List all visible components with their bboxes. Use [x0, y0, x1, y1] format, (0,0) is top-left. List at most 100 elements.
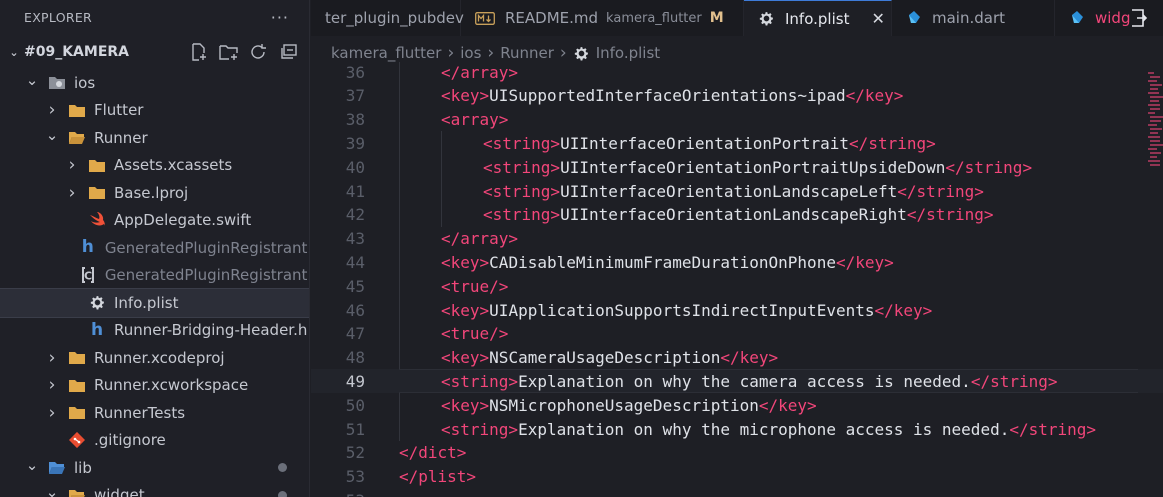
code-line[interactable]: 37 <key>UISupportedInterfaceOrientations~…	[311, 84, 1163, 108]
tree-item[interactable]: ›AppDelegate.swift	[0, 207, 309, 235]
xml-text: NSMicrophoneUsageDescription	[489, 395, 759, 415]
code-line[interactable]: 44 <key>CADisableMinimumFrameDurationOnPh…	[311, 250, 1163, 274]
xml-tag: <string>	[483, 133, 561, 153]
h-file-icon: h	[81, 237, 94, 258]
line-number: 53	[311, 491, 365, 497]
new-file-icon[interactable]	[189, 43, 209, 61]
close-icon[interactable]: ✕	[871, 9, 884, 28]
chevron-right-icon: ›	[487, 43, 495, 63]
breadcrumb-item[interactable]: ios	[460, 44, 481, 62]
code-line[interactable]: 41 <string>UIInterfaceOrientationLandscap…	[311, 179, 1163, 203]
xml-tag: <string>	[483, 205, 561, 225]
code-content: <string>UIInterfaceOrientationLandscapeR…	[483, 205, 994, 224]
split-editor-icon[interactable]	[1129, 8, 1149, 28]
code-line[interactable]: 38 <array>	[311, 108, 1163, 132]
xml-text: CADisableMinimumFrameDurationOnPhone	[489, 252, 836, 272]
chevron-right-icon: ›	[68, 182, 76, 203]
line-number: 53	[345, 467, 365, 487]
minimap[interactable]	[1146, 70, 1163, 180]
code-line[interactable]: 43 </array>	[311, 227, 1163, 251]
chevron-right-icon: ›	[48, 347, 56, 368]
code-line[interactable]: 42 <string>UIInterfaceOrientationLandscap…	[311, 203, 1163, 227]
tree-item[interactable]: ›Info.plist	[0, 288, 309, 318]
tree-item[interactable]: › Base.lproj	[0, 179, 309, 207]
xml-tag: <true/>	[441, 324, 509, 344]
tab-label: main.dart	[932, 9, 1006, 27]
xml-tag: <string>	[441, 419, 519, 439]
code-content: <string>UIInterfaceOrientationPortraitUp…	[483, 158, 1032, 177]
tree-item[interactable]: ⌄ Runner	[0, 124, 309, 152]
code-line[interactable]: 49 <string>Explanation on why the camera …	[311, 369, 1163, 394]
code-content: <string>Explanation on why the camera ac…	[441, 372, 1058, 391]
code-line[interactable]: 53 </plist>	[311, 465, 1163, 489]
tree-item[interactable]: › RunnerTests	[0, 399, 309, 427]
line-number: 49	[345, 371, 365, 391]
tab-label: Info.plist	[785, 9, 850, 28]
code-line[interactable]: 50 <key>NSMicrophoneUsageDescription</key…	[311, 393, 1163, 417]
code-line[interactable]: 53	[311, 488, 1163, 497]
svg-text:C: C	[84, 270, 92, 283]
code-line[interactable]: 48 <key>NSCameraUsageDescription</key>	[311, 346, 1163, 370]
code-content: <array>	[441, 110, 508, 129]
xml-text: Explanation on why the camera access is …	[518, 371, 971, 391]
collapse-all-icon[interactable]	[279, 43, 299, 61]
code-line[interactable]: 47 <true/>	[311, 322, 1163, 346]
editor-tab[interactable]: ter_plugin_pubdev	[311, 0, 464, 36]
xml-tag: <key>	[441, 395, 490, 415]
more-actions-icon[interactable]: ···	[271, 8, 289, 27]
tree-item[interactable]: ⌄ lib	[0, 454, 309, 482]
project-root[interactable]: ⌄ #09_KAMERA	[0, 35, 309, 69]
tree-item[interactable]: › Runner.xcworkspace	[0, 372, 309, 400]
xml-text: Explanation on why the microphone access…	[518, 419, 1010, 439]
tree-item[interactable]: › Flutter	[0, 97, 309, 125]
xml-tag: </key>	[758, 395, 817, 415]
tree-item[interactable]: ›hGeneratedPluginRegistrant.h	[0, 234, 309, 262]
code-line[interactable]: 51 <string>Explanation on why the microph…	[311, 417, 1163, 441]
xml-tag: </string>	[906, 205, 994, 225]
line-number: 47	[345, 324, 365, 344]
xml-tag: <string>	[483, 157, 561, 177]
breadcrumb-item[interactable]: kamera_flutter	[331, 44, 441, 62]
code-content: <key>UISupportedInterfaceOrientations~ip…	[441, 86, 903, 105]
tree-item-label: ios	[74, 73, 96, 92]
refresh-icon[interactable]	[249, 43, 269, 61]
code-content: <true/>	[441, 324, 508, 343]
folder-icon	[68, 350, 86, 366]
file-tree: ⌄ ios › Flutter ⌄ Runner › Assets.xcassets › Base…	[0, 69, 309, 497]
tree-item[interactable]: ›.gitignore	[0, 427, 309, 455]
line-number: 41	[345, 181, 365, 201]
tree-item-label: Runner.xcodeproj	[94, 348, 225, 367]
breadcrumb-item[interactable]: Info.plist	[596, 44, 660, 62]
tree-item[interactable]: ›CGeneratedPluginRegistrant.m	[0, 262, 309, 290]
new-folder-icon[interactable]	[219, 43, 239, 61]
tree-item[interactable]: ⌄ widget	[0, 482, 309, 497]
code-line[interactable]: 45 <true/>	[311, 274, 1163, 298]
editor-tab[interactable]: Info.plist ✕	[744, 0, 892, 36]
code-line[interactable]: 46 <key>UIApplicationSupportsIndirectInpu…	[311, 298, 1163, 322]
editor-tab[interactable]: README.md kamera_flutter M	[461, 0, 744, 36]
explorer-header: EXPLORER ···	[0, 0, 309, 35]
tree-item[interactable]: ⌄ ios	[0, 69, 309, 97]
code-line[interactable]: 36 </array>	[311, 62, 1163, 84]
xml-text: UIInterfaceOrientationPortrait	[560, 133, 850, 153]
folder-icon	[68, 377, 86, 393]
git-icon	[68, 432, 86, 449]
code-line[interactable]: 40 <string>UIInterfaceOrientationPortrait…	[311, 155, 1163, 179]
xml-tag: <key>	[441, 86, 490, 106]
explorer-panel: EXPLORER ··· ⌄ #09_KAMERA ⌄ ios › Flutter ⌄ R…	[0, 0, 310, 497]
tab-label: README.md	[505, 9, 599, 27]
code-editor[interactable]: 36 </array> 37 <key>UISupportedInterfaceOri…	[311, 62, 1163, 497]
code-line[interactable]: 52 </dict>	[311, 441, 1163, 465]
tree-item[interactable]: › Assets.xcassets	[0, 152, 309, 180]
breadcrumb-item[interactable]: Runner	[500, 44, 554, 62]
tree-item-label: .gitignore	[94, 431, 166, 450]
xml-tag: </array>	[441, 62, 519, 82]
code-content: <key>UIApplicationSupportsIndirectInputE…	[441, 301, 932, 320]
tree-item[interactable]: › Runner.xcodeproj	[0, 344, 309, 372]
editor-tab[interactable]: main.dart	[892, 0, 1055, 36]
code-line[interactable]: 39 <string>UIInterfaceOrientationPortrait…	[311, 131, 1163, 155]
modified-dot	[278, 490, 287, 497]
folder-icon	[88, 157, 106, 173]
tree-item[interactable]: ›hRunner-Bridging-Header.h	[0, 317, 309, 345]
code-content: </dict>	[399, 443, 466, 462]
